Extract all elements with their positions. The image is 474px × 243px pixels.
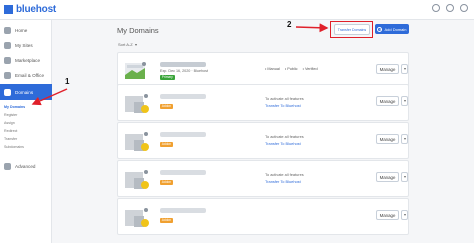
sidebar-item-email-office[interactable]: Email & Office	[0, 68, 52, 83]
row-dropdown-button[interactable]	[401, 96, 408, 106]
add-domain-button[interactable]: + Add Domain	[375, 24, 409, 34]
manage-button[interactable]: Manage	[376, 64, 399, 74]
top-bar: bluehost	[0, 0, 474, 20]
row-dropdown-button[interactable]	[401, 64, 408, 74]
manage-button[interactable]: Manage	[376, 210, 399, 220]
domain-name[interactable]	[160, 208, 206, 213]
sidebar-item-home[interactable]: Home	[0, 23, 52, 38]
domain-row: Addon To activate all features Transfer …	[117, 122, 409, 159]
subnav-assign[interactable]: Assign	[4, 121, 15, 125]
transfer-to-bluehost-link[interactable]: Transfer To Bluehost	[265, 141, 304, 148]
email-icon	[4, 72, 11, 79]
sort-dropdown[interactable]: Sort A-Z	[118, 42, 137, 47]
expiration-text: Exp. Dec 16, 2020 · Bluehost	[160, 69, 208, 73]
domain-row: Addon Manage	[117, 198, 409, 235]
feature-verified: • Verified	[302, 67, 318, 71]
highlight-box	[330, 21, 373, 38]
sidebar-item-label: Marketplace	[15, 58, 41, 63]
domain-row: Addon To activate all features Transfer …	[117, 84, 409, 121]
activate-text: To activate all features	[265, 172, 304, 177]
transfer-to-bluehost-link[interactable]: Transfer To Bluehost	[265, 179, 304, 186]
domain-name[interactable]	[160, 170, 206, 175]
addon-badge: Addon	[160, 142, 173, 147]
manage-button[interactable]: Manage	[376, 172, 399, 182]
domain-row: Addon To activate all features Transfer …	[117, 160, 409, 197]
logo-grid-icon	[4, 5, 13, 14]
arrow-to-transfer-button	[295, 23, 329, 33]
addon-badge: Addon	[160, 180, 173, 185]
sidebar-item-advanced[interactable]: Advanced	[0, 159, 52, 174]
chevron-down-icon	[403, 176, 406, 178]
feature-public: • Public	[284, 67, 298, 71]
advanced-icon	[4, 163, 11, 170]
sort-label: Sort A-Z	[118, 42, 133, 47]
home-icon	[4, 27, 11, 34]
website-thumbnail-icon	[125, 94, 149, 113]
marketplace-icon	[4, 57, 11, 64]
sidebar-item-label: Email & Office	[15, 73, 45, 78]
website-thumbnail-icon	[125, 170, 149, 189]
sidebar-item-domains[interactable]: Domains	[0, 84, 52, 100]
sidebar-item-my-sites[interactable]: My Sites	[0, 38, 52, 53]
addon-badge: Addon	[160, 104, 173, 109]
website-thumbnail-icon	[125, 208, 149, 227]
row-dropdown-button[interactable]	[401, 172, 408, 182]
brand-name: bluehost	[16, 4, 57, 15]
sidebar-item-label: Advanced	[15, 164, 36, 169]
domain-name[interactable]	[160, 132, 206, 137]
manage-button[interactable]: Manage	[376, 134, 399, 144]
step-2-label: 2	[287, 20, 292, 29]
manage-button[interactable]: Manage	[376, 96, 399, 106]
row-dropdown-button[interactable]	[401, 134, 408, 144]
step-1-label: 1	[65, 77, 70, 86]
bluehost-logo[interactable]: bluehost	[4, 4, 56, 15]
sidebar: Home My Sites Marketplace Email & Office…	[0, 20, 52, 243]
transfer-to-bluehost-link[interactable]: Transfer To Bluehost	[265, 103, 304, 110]
website-thumbnail-icon	[125, 62, 146, 79]
subnav-subdomains[interactable]: Subdomains	[4, 145, 24, 149]
sidebar-item-label: My Sites	[15, 43, 33, 48]
domain-name[interactable]	[160, 94, 206, 99]
page-title: My Domains	[117, 26, 159, 35]
chevron-down-icon	[403, 100, 406, 102]
sidebar-item-label: Domains	[15, 89, 34, 95]
subnav-register[interactable]: Register	[4, 113, 17, 117]
activate-text: To activate all features	[265, 96, 304, 101]
add-domain-label: Add Domain	[384, 26, 407, 32]
sidebar-item-label: Home	[15, 28, 28, 33]
addon-badge: Addon	[160, 218, 173, 223]
primary-badge: Primary	[160, 75, 175, 80]
row-dropdown-button[interactable]	[401, 210, 408, 220]
domain-name[interactable]	[160, 62, 206, 67]
subnav-transfer[interactable]: Transfer	[4, 137, 17, 141]
website-thumbnail-icon	[125, 132, 149, 151]
feature-manual: • Manual	[265, 67, 280, 71]
globe-icon	[4, 88, 11, 96]
activate-message: To activate all features Transfer To Blu…	[265, 172, 304, 185]
sites-icon	[4, 42, 11, 49]
account-icon[interactable]	[460, 4, 468, 12]
subnav-my-domains[interactable]: My Domains	[4, 105, 25, 109]
top-icons	[432, 4, 468, 12]
chevron-down-icon	[134, 43, 137, 46]
app-window: bluehost Home My Sites Marketplace Email…	[0, 0, 474, 243]
activate-text: To activate all features	[265, 134, 304, 139]
chevron-down-icon	[403, 214, 406, 216]
plus-icon: +	[377, 26, 383, 32]
subnav-redirect[interactable]: Redirect	[4, 129, 17, 133]
help-icon[interactable]	[432, 4, 440, 12]
settings-icon[interactable]	[446, 4, 454, 12]
activate-message: To activate all features Transfer To Blu…	[265, 96, 304, 109]
domain-features: • Manual • Public • Verified	[265, 67, 318, 71]
chevron-down-icon	[403, 68, 406, 70]
activate-message: To activate all features Transfer To Blu…	[265, 134, 304, 147]
chevron-down-icon	[403, 138, 406, 140]
sidebar-item-marketplace[interactable]: Marketplace	[0, 53, 52, 68]
